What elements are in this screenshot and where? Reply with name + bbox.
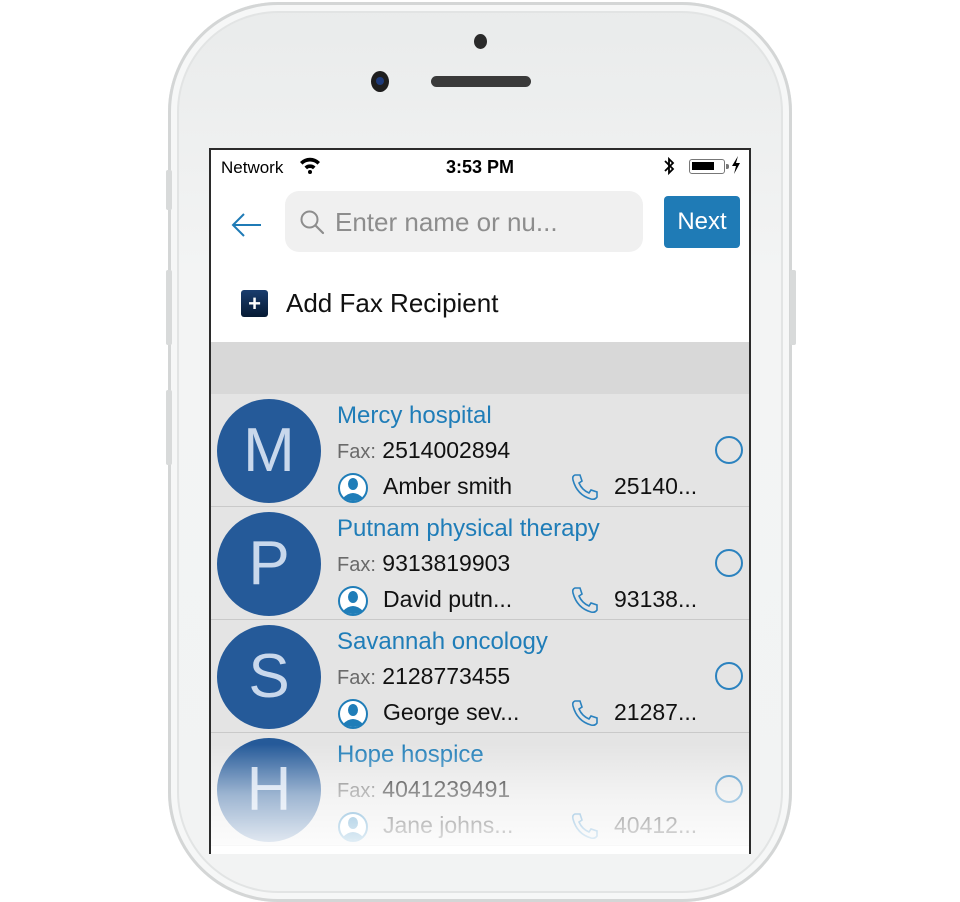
person-icon bbox=[337, 472, 369, 510]
fax-line: Fax: 4041239491 bbox=[337, 776, 510, 803]
recipient-row[interactable]: S Savannah oncology Fax: 2128773455 Geor… bbox=[211, 620, 749, 733]
contact-name: Amber smith bbox=[383, 473, 513, 499]
contact-phone: 21287... bbox=[614, 699, 698, 725]
recipient-row[interactable]: M Mercy hospital Fax: 2514002894 Amber s… bbox=[211, 394, 749, 507]
add-fax-recipient-button[interactable]: + Add Fax Recipient bbox=[241, 286, 498, 320]
power-button bbox=[790, 270, 796, 345]
contact-phone: 25140... bbox=[614, 473, 698, 499]
fax-line: Fax: 9313819903 bbox=[337, 550, 510, 577]
avatar: S bbox=[217, 625, 321, 729]
search-icon bbox=[299, 209, 325, 240]
fax-label: Fax: bbox=[337, 441, 376, 463]
fax-line: Fax: 2514002894 bbox=[337, 437, 510, 464]
mute-switch bbox=[166, 170, 172, 210]
battery-icon bbox=[689, 159, 729, 174]
back-button[interactable] bbox=[229, 208, 263, 242]
select-radio[interactable] bbox=[715, 549, 743, 577]
select-radio[interactable] bbox=[715, 775, 743, 803]
recipient-row[interactable]: H Hope hospice Fax: 4041239491 Jane john… bbox=[211, 733, 749, 846]
app-screen: Network 3:53 PM Next + Add Fax Recipient… bbox=[209, 148, 751, 854]
charging-icon bbox=[731, 156, 741, 179]
fax-label: Fax: bbox=[337, 667, 376, 689]
contact-phone: 40412... bbox=[614, 812, 698, 838]
contact-line: Jane johns... 40412... bbox=[337, 811, 717, 842]
phone-icon bbox=[569, 472, 601, 508]
phone-icon bbox=[569, 585, 601, 621]
search-input[interactable] bbox=[333, 203, 637, 241]
avatar: H bbox=[217, 738, 321, 842]
person-icon bbox=[337, 811, 369, 849]
fax-number: 2128773455 bbox=[382, 663, 511, 689]
recipient-name: Savannah oncology bbox=[337, 628, 548, 655]
status-bar: Network 3:53 PM bbox=[211, 150, 749, 184]
fax-number: 9313819903 bbox=[382, 550, 511, 576]
contact-name: David putn... bbox=[383, 586, 513, 612]
next-button[interactable]: Next bbox=[664, 196, 740, 248]
plus-icon: + bbox=[241, 289, 268, 317]
person-icon bbox=[337, 585, 369, 623]
fax-label: Fax: bbox=[337, 780, 376, 802]
fax-number: 4041239491 bbox=[382, 776, 511, 802]
contact-name: George sev... bbox=[383, 699, 520, 725]
person-icon bbox=[337, 698, 369, 736]
arrow-left-icon bbox=[231, 213, 261, 237]
recipient-name: Putnam physical therapy bbox=[337, 515, 600, 542]
bluetooth-icon bbox=[663, 156, 675, 181]
add-fax-recipient-label: Add Fax Recipient bbox=[286, 287, 499, 318]
contact-line: David putn... 93138... bbox=[337, 585, 717, 616]
recipient-list: M Mercy hospital Fax: 2514002894 Amber s… bbox=[211, 394, 749, 846]
recipient-row[interactable]: P Putnam physical therapy Fax: 931381990… bbox=[211, 507, 749, 620]
contact-phone: 93138... bbox=[614, 586, 698, 612]
section-divider bbox=[211, 342, 749, 394]
fax-label: Fax: bbox=[337, 554, 376, 576]
phone-icon bbox=[569, 698, 601, 734]
fax-number: 2514002894 bbox=[382, 437, 511, 463]
volume-down-button bbox=[166, 390, 172, 465]
earpiece-speaker bbox=[431, 76, 531, 87]
fax-line: Fax: 2128773455 bbox=[337, 663, 510, 690]
contact-line: Amber smith 25140... bbox=[337, 472, 717, 503]
recipient-name: Hope hospice bbox=[337, 741, 484, 768]
select-radio[interactable] bbox=[715, 662, 743, 690]
select-radio[interactable] bbox=[715, 436, 743, 464]
avatar: P bbox=[217, 512, 321, 616]
recipient-name: Mercy hospital bbox=[337, 402, 492, 429]
volume-up-button bbox=[166, 270, 172, 345]
avatar: M bbox=[217, 399, 321, 503]
front-camera-icon bbox=[371, 71, 389, 92]
search-field[interactable] bbox=[285, 191, 643, 252]
contact-name: Jane johns... bbox=[383, 812, 514, 838]
contact-line: George sev... 21287... bbox=[337, 698, 717, 729]
proximity-sensor bbox=[474, 34, 487, 49]
phone-icon bbox=[569, 811, 601, 847]
